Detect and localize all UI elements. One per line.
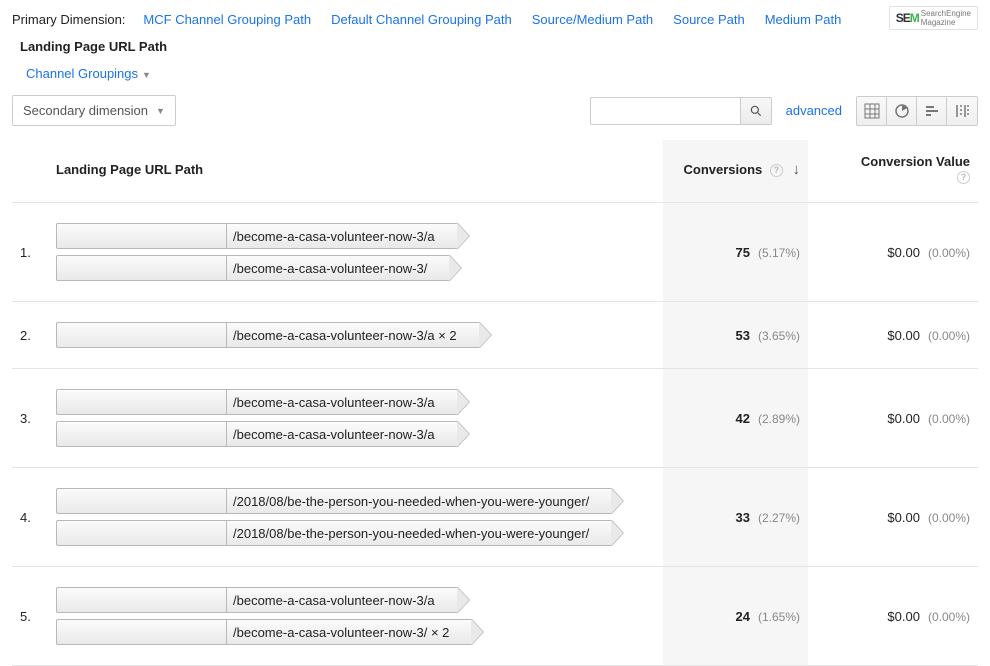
value-cell: $0.00(0.00%)	[808, 567, 978, 666]
chip-label: /become-a-casa-volunteer-now-3/a	[226, 587, 458, 613]
table-row: 2. /become-a-casa-volunteer-now-3/a × 2 53…	[12, 302, 978, 369]
dim-source[interactable]: Source Path	[665, 8, 753, 31]
watermark-badge: SEM SearchEngine Magazine	[889, 6, 978, 30]
chip-blank-segment	[56, 587, 226, 613]
path-cell: /become-a-casa-volunteer-now-3/a × 2	[48, 302, 663, 369]
path-cell: /become-a-casa-volunteer-now-3/a/become-…	[48, 203, 663, 302]
chip-label: /2018/08/be-the-person-you-needed-when-y…	[226, 488, 612, 514]
chip-label: /become-a-casa-volunteer-now-3/a	[226, 223, 458, 249]
chip-blank-segment	[56, 520, 226, 546]
path-chip[interactable]: /2018/08/be-the-person-you-needed-when-y…	[56, 520, 655, 546]
chip-blank-segment	[56, 255, 226, 281]
col-header-path[interactable]: Landing Page URL Path	[48, 140, 663, 203]
path-chip[interactable]: /become-a-casa-volunteer-now-3/a × 2	[56, 322, 655, 348]
table-row: 5./become-a-casa-volunteer-now-3/a/becom…	[12, 567, 978, 666]
primary-dimension-bar: Primary Dimension: MCF Channel Grouping …	[12, 8, 978, 58]
secondary-dimension-button[interactable]: Secondary dimension ▼	[12, 95, 176, 126]
view-pivot-button[interactable]	[947, 97, 977, 125]
search-button[interactable]	[740, 97, 772, 125]
chip-label: /become-a-casa-volunteer-now-3/	[226, 255, 450, 281]
path-chip[interactable]: /become-a-casa-volunteer-now-3/a	[56, 587, 655, 613]
table-row: 4. /2018/08/be-the-person-you-needed-when…	[12, 468, 978, 567]
dim-default[interactable]: Default Channel Grouping Path	[323, 8, 520, 31]
dim-medium[interactable]: Medium Path	[757, 8, 850, 31]
path-chip[interactable]: /become-a-casa-volunteer-now-3/a	[56, 421, 655, 447]
bar-icon	[924, 103, 940, 119]
pivot-icon	[954, 103, 970, 119]
dim-mcf[interactable]: MCF Channel Grouping Path	[135, 8, 319, 31]
advanced-link[interactable]: advanced	[786, 103, 842, 118]
search-input[interactable]	[590, 97, 740, 125]
chip-blank-segment	[56, 223, 226, 249]
value-cell: $0.00(0.00%)	[808, 369, 978, 468]
conversions-cell: 42(2.89%)	[663, 369, 808, 468]
chip-label: /become-a-casa-volunteer-now-3/a	[226, 421, 458, 447]
value-cell: $0.00(0.00%)	[808, 302, 978, 369]
dim-source-medium[interactable]: Source/Medium Path	[524, 8, 661, 31]
table-row: 3./become-a-casa-volunteer-now-3/a/becom…	[12, 369, 978, 468]
chip-blank-segment	[56, 322, 226, 348]
path-chip[interactable]: /become-a-casa-volunteer-now-3/	[56, 255, 655, 281]
row-index: 1.	[12, 203, 48, 302]
value-cell: $0.00(0.00%)	[808, 468, 978, 567]
path-cell: /become-a-casa-volunteer-now-3/a/become-…	[48, 567, 663, 666]
conversions-cell: 24(1.65%)	[663, 567, 808, 666]
path-chip[interactable]: /become-a-casa-volunteer-now-3/ × 2	[56, 619, 655, 645]
view-bar-button[interactable]	[917, 97, 947, 125]
report-table: Landing Page URL Path Conversions ? ↓ Co…	[12, 140, 978, 666]
table-icon	[864, 103, 880, 119]
view-icon-group	[856, 96, 978, 126]
table-row: 1./become-a-casa-volunteer-now-3/a/becom…	[12, 203, 978, 302]
sort-desc-icon: ↓	[793, 161, 801, 178]
chip-blank-segment	[56, 619, 226, 645]
help-icon[interactable]: ?	[770, 164, 783, 177]
path-chip[interactable]: /become-a-casa-volunteer-now-3/a	[56, 223, 655, 249]
path-cell: /become-a-casa-volunteer-now-3/a/become-…	[48, 369, 663, 468]
controls-row: Secondary dimension ▼ advanced	[12, 95, 978, 126]
chip-label: /2018/08/be-the-person-you-needed-when-y…	[226, 520, 612, 546]
col-header-value[interactable]: Conversion Value ?	[808, 140, 978, 203]
search-wrap	[590, 97, 772, 125]
col-header-conversions[interactable]: Conversions ? ↓	[663, 140, 808, 203]
chip-label: /become-a-casa-volunteer-now-3/a × 2	[226, 322, 480, 348]
conversions-cell: 53(3.65%)	[663, 302, 808, 369]
row-index: 5.	[12, 567, 48, 666]
chip-blank-segment	[56, 488, 226, 514]
chip-blank-segment	[56, 421, 226, 447]
conversions-cell: 33(2.27%)	[663, 468, 808, 567]
conversions-cell: 75(5.17%)	[663, 203, 808, 302]
chip-blank-segment	[56, 389, 226, 415]
chip-label: /become-a-casa-volunteer-now-3/ × 2	[226, 619, 472, 645]
row-index: 4.	[12, 468, 48, 567]
pie-icon	[894, 103, 910, 119]
row-index: 3.	[12, 369, 48, 468]
value-cell: $0.00(0.00%)	[808, 203, 978, 302]
path-chip[interactable]: /2018/08/be-the-person-you-needed-when-y…	[56, 488, 655, 514]
path-chip[interactable]: /become-a-casa-volunteer-now-3/a	[56, 389, 655, 415]
primary-dimension-label: Primary Dimension:	[12, 12, 125, 27]
search-icon	[749, 104, 763, 118]
channel-groupings-dropdown[interactable]: Channel Groupings▼	[18, 62, 159, 85]
chip-label: /become-a-casa-volunteer-now-3/a	[226, 389, 458, 415]
dim-landing-page-active: Landing Page URL Path	[12, 35, 175, 58]
row-index: 2.	[12, 302, 48, 369]
help-icon[interactable]: ?	[957, 171, 970, 184]
path-cell: /2018/08/be-the-person-you-needed-when-y…	[48, 468, 663, 567]
view-pie-button[interactable]	[887, 97, 917, 125]
caret-down-icon: ▼	[156, 106, 165, 116]
view-table-button[interactable]	[857, 97, 887, 125]
